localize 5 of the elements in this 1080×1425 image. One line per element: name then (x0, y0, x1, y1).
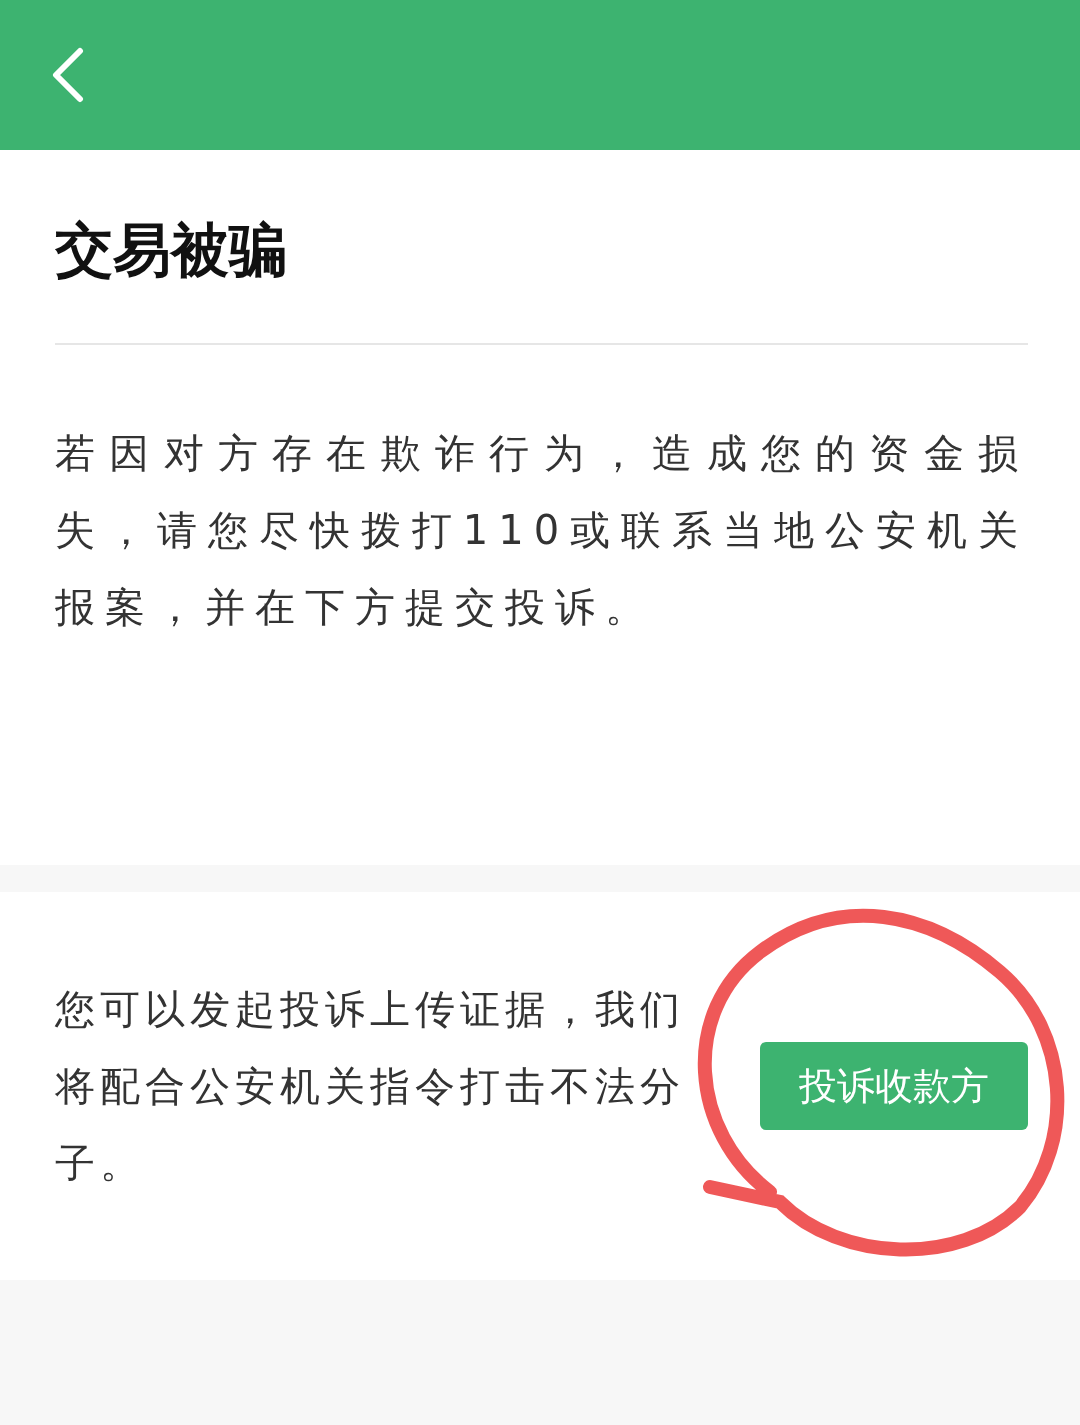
complaint-text: 您可以发起投诉上传证据，我们将配合公安机关指令打击不法分子。 (55, 984, 686, 1188)
back-icon[interactable] (50, 47, 86, 103)
page-title: 交易被骗 (55, 215, 288, 285)
notice-text: 若因对方存在欺诈行为，造成您的资金损失，请您尽快拨打110或联系当地公安机关报案，并在下方提交投诉。 (55, 429, 1028, 632)
complain-button[interactable]: 投诉收款方 (760, 1042, 1028, 1130)
